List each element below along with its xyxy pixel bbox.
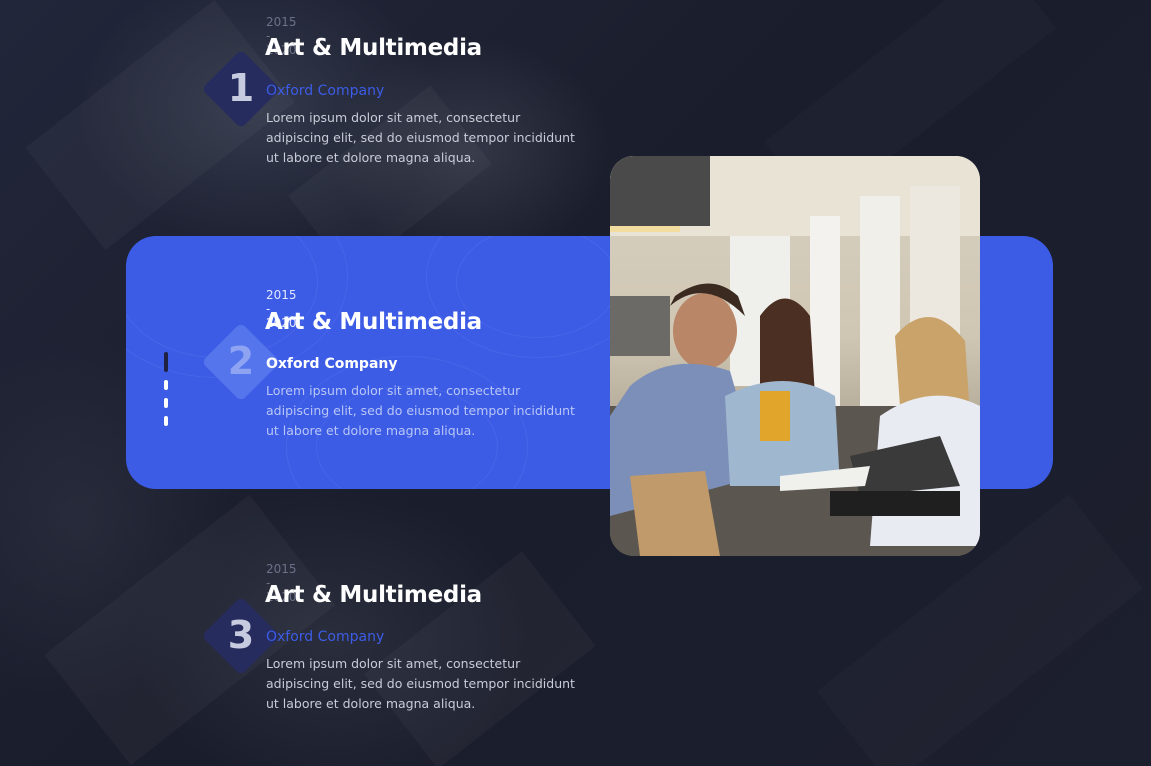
progress-dot (164, 398, 168, 408)
timeline-progress-indicator (162, 352, 170, 434)
progress-dot (164, 380, 168, 390)
entry-company: Oxford Company (266, 356, 398, 372)
team-photo (610, 156, 980, 556)
progress-dot (164, 416, 168, 426)
entry-description: Lorem ipsum dolor sit amet, consectetur … (266, 656, 575, 711)
entry-company: Oxford Company (266, 83, 385, 99)
entry-description: Lorem ipsum dolor sit amet, consectetur … (266, 383, 575, 438)
entry-company: Oxford Company (266, 629, 385, 645)
entry-title: Art & Multimedia (265, 35, 482, 61)
entry-title: Art & Multimedia (265, 582, 482, 608)
entry-title: Art & Multimedia (265, 309, 482, 335)
entry-description: Lorem ipsum dolor sit amet, consectetur … (266, 110, 575, 165)
progress-dot-active (164, 352, 168, 372)
